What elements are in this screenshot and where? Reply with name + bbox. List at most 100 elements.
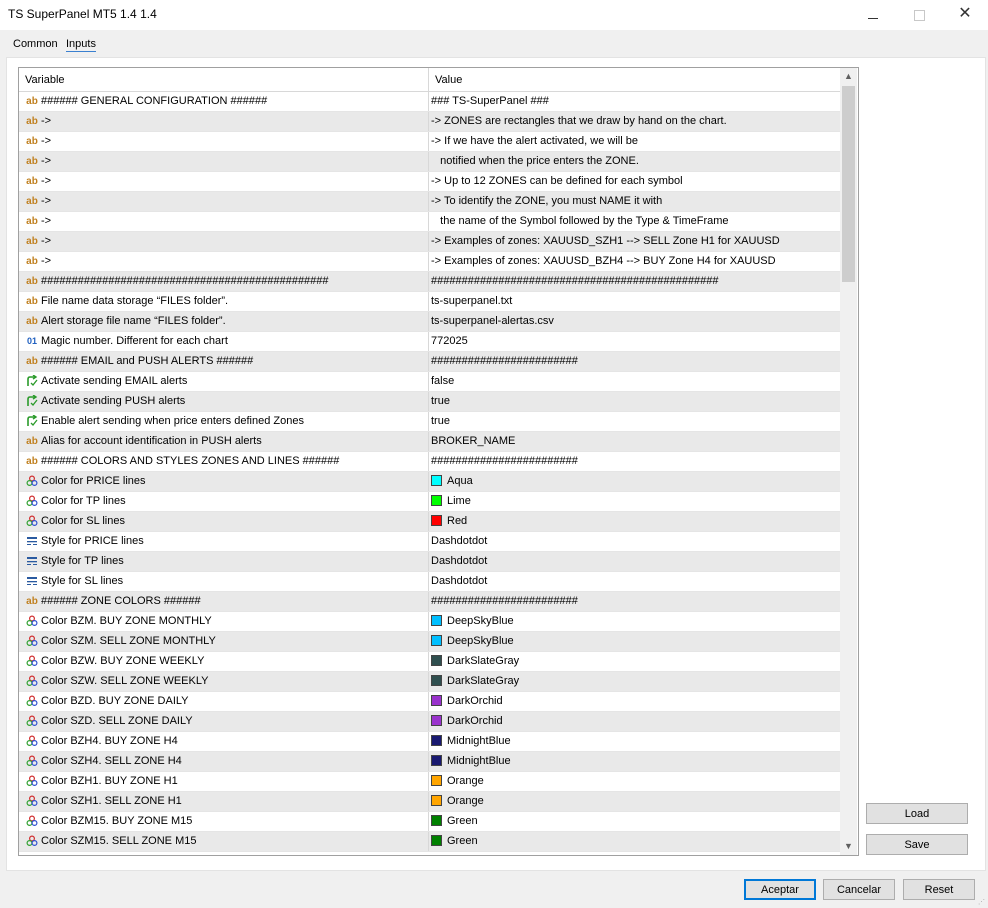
table-row[interactable]: Color SZM15. SELL ZONE M15 Green <box>19 832 840 852</box>
value-cell[interactable]: MidnightBlue <box>431 752 836 771</box>
value-cell[interactable]: Green <box>431 832 836 851</box>
save-button[interactable]: Save <box>866 834 968 855</box>
value-cell[interactable]: -> Examples of zones: XAUUSD_SZH1 --> SE… <box>431 232 836 251</box>
value-cell[interactable]: -> If we have the alert activated, we wi… <box>431 132 836 151</box>
value-cell[interactable]: DeepSkyBlue <box>431 612 836 631</box>
scroll-up-button[interactable]: ▲ <box>840 68 857 85</box>
scroll-down-button[interactable]: ▼ <box>840 838 857 855</box>
resize-grip-icon[interactable]: ⋰ <box>978 898 986 906</box>
value-cell[interactable]: Dashdotdot <box>431 572 836 591</box>
value-cell[interactable]: -> ZONES are rectangles that we draw by … <box>431 112 836 131</box>
load-button[interactable]: Load <box>866 803 968 824</box>
tab-common[interactable]: Common <box>13 38 58 50</box>
value-cell[interactable]: ### TS-SuperPanel ### <box>431 92 836 111</box>
table-row[interactable]: Color BZM. BUY ZONE MONTHLY DeepSkyBlue <box>19 612 840 632</box>
table-row[interactable]: ab Alias for account identification in PU… <box>19 432 840 452</box>
table-row[interactable]: Color SZW. SELL ZONE WEEKLY DarkSlateGray <box>19 672 840 692</box>
value-cell[interactable]: BROKER_NAME <box>431 432 836 451</box>
table-row[interactable]: ab -> -> Examples of zones: XAUUSD_BZH4 --… <box>19 252 840 272</box>
value-text: Dashdotdot <box>431 555 488 567</box>
variable-cell: ab -> <box>19 132 429 151</box>
table-row[interactable]: Color for SL lines Red <box>19 512 840 532</box>
value-cell[interactable]: -> Examples of zones: XAUUSD_BZH4 --> BU… <box>431 252 836 271</box>
value-cell[interactable]: DeepSkyBlue <box>431 632 836 651</box>
value-cell[interactable]: 772025 <box>431 332 836 351</box>
cancel-button[interactable]: Cancelar <box>823 879 895 900</box>
table-row[interactable]: ab -> -> To identify the ZONE, you must NA… <box>19 192 840 212</box>
table-row[interactable]: Color BZH4. BUY ZONE H4 MidnightBlue <box>19 732 840 752</box>
table-row[interactable]: Style for SL lines Dashdotdot <box>19 572 840 592</box>
column-header-variable[interactable]: Variable <box>19 68 429 91</box>
table-row[interactable]: Activate sending PUSH alerts true <box>19 392 840 412</box>
value-cell[interactable]: ######################## <box>431 452 836 471</box>
value-cell[interactable]: DarkSlateGray <box>431 672 836 691</box>
table-row[interactable]: Color SZH1. SELL ZONE H1 Orange <box>19 792 840 812</box>
value-cell[interactable]: DarkSlateGray <box>431 652 836 671</box>
table-row[interactable]: Style for PRICE lines Dashdotdot <box>19 532 840 552</box>
table-row[interactable]: Color BZH1. BUY ZONE H1 Orange <box>19 772 840 792</box>
value-cell[interactable]: ######################## <box>431 352 836 371</box>
value-cell[interactable]: Orange <box>431 792 836 811</box>
table-row[interactable]: Color SZM. SELL ZONE MONTHLY DeepSkyBlue <box>19 632 840 652</box>
value-cell[interactable]: Dashdotdot <box>431 532 836 551</box>
table-row[interactable]: Enable alert sending when price enters d… <box>19 412 840 432</box>
table-row[interactable]: ab -> notified when the price enters the … <box>19 152 840 172</box>
reset-button[interactable]: Reset <box>903 879 975 900</box>
value-cell[interactable]: true <box>431 392 836 411</box>
value-cell[interactable]: -> To identify the ZONE, you must NAME i… <box>431 192 836 211</box>
value-cell[interactable]: ts-superpanel-alertas.csv <box>431 312 836 331</box>
table-row[interactable]: Style for TP lines Dashdotdot <box>19 552 840 572</box>
value-cell[interactable]: Red <box>431 512 836 531</box>
table-row[interactable]: Color BZD. BUY ZONE DAILY DarkOrchid <box>19 692 840 712</box>
table-row[interactable]: Color for TP lines Lime <box>19 492 840 512</box>
table-row[interactable]: Color SZD. SELL ZONE DAILY DarkOrchid <box>19 712 840 732</box>
table-row[interactable]: ab File name data storage “FILES folder”.… <box>19 292 840 312</box>
value-cell[interactable]: ts-superpanel.txt <box>431 292 836 311</box>
value-cell[interactable]: -> Up to 12 ZONES can be defined for eac… <box>431 172 836 191</box>
table-row[interactable]: Color SZH4. SELL ZONE H4 MidnightBlue <box>19 752 840 772</box>
table-row[interactable]: Activate sending EMAIL alerts false <box>19 372 840 392</box>
value-cell[interactable]: MidnightBlue <box>431 732 836 751</box>
table-row[interactable]: ab -> -> Up to 12 ZONES can be defined for… <box>19 172 840 192</box>
value-cell[interactable]: Lime <box>431 492 836 511</box>
value-cell[interactable]: Dashdotdot <box>431 552 836 571</box>
variable-cell: ab -> <box>19 192 429 211</box>
value-cell[interactable]: ######################## <box>431 592 836 611</box>
value-cell[interactable]: ########################################… <box>431 272 836 291</box>
value-cell[interactable]: Orange <box>431 772 836 791</box>
variable-cell: Color SZH1. SELL ZONE H1 <box>19 792 429 811</box>
vertical-scrollbar[interactable]: ▲ ▼ <box>840 68 857 855</box>
column-header-value[interactable]: Value <box>429 68 845 91</box>
minimize-button[interactable] <box>850 0 896 30</box>
tab-inputs[interactable]: Inputs <box>66 38 96 52</box>
value-cell[interactable]: the name of the Symbol followed by the T… <box>431 212 836 231</box>
table-row[interactable]: ab ###### COLORS AND STYLES ZONES AND LIN… <box>19 452 840 472</box>
value-cell[interactable]: Green <box>431 812 836 831</box>
value-text: DarkOrchid <box>447 715 503 727</box>
value-cell[interactable]: notified when the price enters the ZONE. <box>431 152 836 171</box>
table-row[interactable]: ab -> -> If we have the alert activated, w… <box>19 132 840 152</box>
variable-name: -> <box>41 255 52 267</box>
table-row[interactable]: ab -> -> Examples of zones: XAUUSD_SZH1 --… <box>19 232 840 252</box>
value-cell[interactable]: false <box>431 372 836 391</box>
table-row[interactable]: ab ###### ZONE COLORS ###### #############… <box>19 592 840 612</box>
accept-button[interactable]: Aceptar <box>744 879 816 900</box>
table-row[interactable]: ab ######################################… <box>19 272 840 292</box>
table-row[interactable]: 01 Magic number. Different for each chart… <box>19 332 840 352</box>
value-cell[interactable]: true <box>431 412 836 431</box>
table-row[interactable]: ab Alert storage file name “FILES folder”… <box>19 312 840 332</box>
table-row[interactable]: Color BZW. BUY ZONE WEEKLY DarkSlateGray <box>19 652 840 672</box>
table-row[interactable]: ab ###### GENERAL CONFIGURATION ###### ###… <box>19 92 840 112</box>
value-cell[interactable]: Aqua <box>431 472 836 491</box>
table-row[interactable]: Color for PRICE lines Aqua <box>19 472 840 492</box>
table-row[interactable]: ab -> the name of the Symbol followed by … <box>19 212 840 232</box>
scroll-thumb[interactable] <box>842 86 855 282</box>
value-cell[interactable]: DarkOrchid <box>431 692 836 711</box>
variable-cell: ab -> <box>19 112 429 131</box>
table-row[interactable]: ab ###### EMAIL and PUSH ALERTS ###### ###… <box>19 352 840 372</box>
value-text: ts-superpanel.txt <box>431 295 513 307</box>
table-row[interactable]: ab -> -> ZONES are rectangles that we draw… <box>19 112 840 132</box>
value-cell[interactable]: DarkOrchid <box>431 712 836 731</box>
close-button[interactable]: ✕ <box>942 0 988 30</box>
table-row[interactable]: Color BZM15. BUY ZONE M15 Green <box>19 812 840 832</box>
